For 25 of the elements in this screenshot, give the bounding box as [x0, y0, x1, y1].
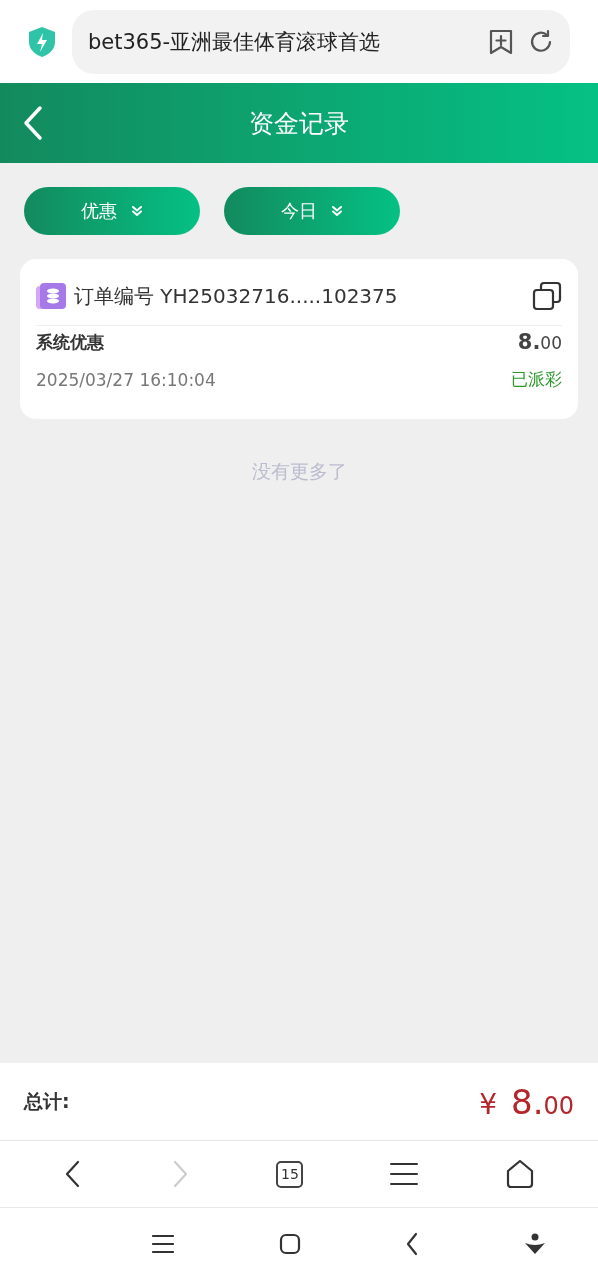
coins-icon: [36, 283, 66, 309]
bookmark-add-icon[interactable]: [488, 27, 514, 56]
order-number: 订单编号 YH25032716.....102375: [74, 282, 398, 310]
total-label: 总计:: [24, 1088, 70, 1114]
record-type: 系统优惠: [36, 330, 104, 354]
home-icon[interactable]: [278, 1233, 301, 1255]
record-status: 已派彩: [511, 368, 562, 391]
refresh-icon[interactable]: [528, 28, 554, 55]
currency-symbol: ¥: [479, 1087, 497, 1121]
record-time: 2025/03/27 16:10:04: [36, 369, 216, 390]
shield-icon: [28, 25, 56, 58]
page-title: 资金记录: [249, 107, 349, 140]
menu-button[interactable]: [390, 1162, 419, 1186]
record-amount: 8.00: [517, 330, 562, 354]
tabs-button[interactable]: 15: [276, 1160, 304, 1188]
address-text: bet365-亚洲最佳体育滚球首选: [88, 28, 382, 56]
assistant-icon[interactable]: [523, 1233, 546, 1255]
double-chevron-down-icon: [331, 205, 343, 217]
address-bar[interactable]: bet365-亚洲最佳体育滚球首选: [72, 9, 570, 74]
double-chevron-down-icon: [131, 205, 143, 217]
back-icon[interactable]: [405, 1232, 420, 1256]
copy-icon[interactable]: [532, 281, 562, 311]
home-button[interactable]: [504, 1159, 535, 1189]
menu-icon[interactable]: [152, 1234, 175, 1254]
total-amount: 8.00: [511, 1081, 574, 1122]
